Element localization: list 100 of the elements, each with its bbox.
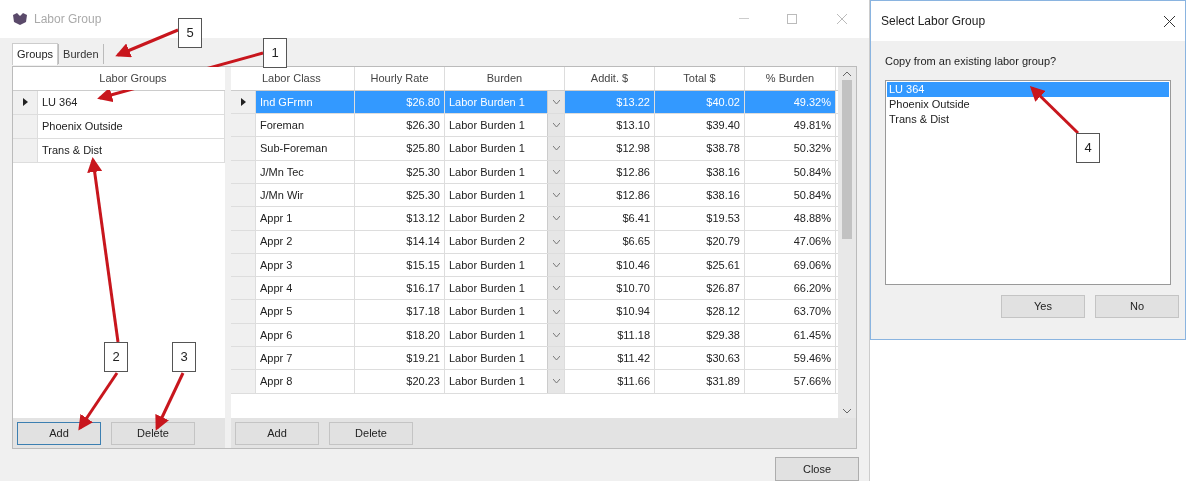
table-cell[interactable]: $25.80 [355, 137, 445, 160]
table-cell[interactable]: Appr 2 [256, 230, 355, 253]
table-cell[interactable]: Sub-Foreman [256, 137, 355, 160]
table-cell[interactable]: $19.21 [355, 347, 445, 370]
table-cell[interactable]: $10.94 [565, 300, 655, 323]
dropdown-cell[interactable]: Labor Burden 2 [445, 230, 547, 253]
table-cell[interactable]: $38.16 [655, 183, 745, 207]
column-header[interactable]: Burden [445, 66, 565, 90]
row-header[interactable] [231, 90, 256, 113]
dropdown-cell[interactable]: Labor Burden 2 [445, 207, 547, 230]
table-cell[interactable]: $31.89 [655, 370, 745, 393]
table-cell[interactable]: $12.98 [565, 137, 655, 160]
dropdown-cell[interactable]: Labor Burden 1 [445, 160, 547, 183]
table-cell[interactable]: 50.84% [745, 183, 836, 207]
table-cell[interactable]: Appr 7 [256, 347, 355, 370]
minimize-icon[interactable] [739, 17, 749, 20]
column-header[interactable]: % Burden [745, 66, 836, 90]
table-cell[interactable]: Phoenix Outside [38, 114, 225, 138]
table-cell[interactable]: $26.30 [355, 114, 445, 137]
column-header[interactable]: Addit. $ [565, 66, 655, 90]
table-cell[interactable]: $12.86 [565, 183, 655, 207]
table-cell[interactable]: $26.87 [655, 277, 745, 300]
table-cell[interactable]: $25.30 [355, 160, 445, 183]
table-cell[interactable]: 69.06% [745, 253, 836, 277]
dropdown-cell[interactable]: Labor Burden 1 [445, 137, 547, 160]
table-cell[interactable]: $30.63 [655, 347, 745, 370]
dropdown-cell[interactable]: Labor Burden 1 [445, 300, 547, 323]
table-cell[interactable]: $17.18 [355, 300, 445, 323]
table-cell[interactable]: Appr 3 [256, 253, 355, 277]
tab[interactable]: Groups [12, 42, 59, 65]
table-cell[interactable]: 47.06% [745, 230, 836, 253]
list-item[interactable]: Trans & Dist [887, 111, 1169, 127]
table-cell[interactable]: 50.84% [745, 160, 836, 183]
dropdown-cell[interactable]: Labor Burden 1 [445, 253, 547, 277]
table-cell[interactable]: J/Mn Wir [256, 183, 355, 207]
table-cell[interactable]: $25.30 [355, 183, 445, 207]
row-header[interactable] [13, 90, 38, 114]
table-cell[interactable]: 49.81% [745, 114, 836, 137]
table-cell[interactable]: $13.10 [565, 114, 655, 137]
table-cell[interactable]: $10.46 [565, 253, 655, 277]
list-item[interactable]: Phoenix Outside [887, 96, 1169, 112]
dropdown-cell[interactable]: Labor Burden 1 [445, 114, 547, 137]
dropdown-cell[interactable]: Labor Burden 1 [445, 183, 547, 207]
column-header[interactable]: Hourly Rate [355, 66, 445, 90]
maximize-icon[interactable] [787, 13, 797, 24]
table-cell[interactable]: $38.16 [655, 160, 745, 183]
table-cell[interactable]: Appr 4 [256, 277, 355, 300]
add-button[interactable]: Add [235, 421, 319, 445]
table-cell[interactable]: $10.70 [565, 277, 655, 300]
table-cell[interactable]: $11.66 [565, 370, 655, 393]
table-cell[interactable]: $20.79 [655, 230, 745, 253]
dropdown-cell[interactable]: Labor Burden 1 [445, 323, 547, 346]
table-cell[interactable]: $6.65 [565, 230, 655, 253]
table-cell[interactable]: $20.23 [355, 370, 445, 393]
scrollbar[interactable] [838, 66, 856, 418]
table-cell[interactable]: Foreman [256, 114, 355, 137]
table-cell[interactable]: 66.20% [745, 277, 836, 300]
table-cell[interactable]: Appr 1 [256, 207, 355, 230]
yes-button[interactable]: Yes [1001, 294, 1085, 318]
table-cell[interactable]: $28.12 [655, 300, 745, 323]
table-cell[interactable]: LU 364 [38, 90, 225, 114]
table-cell[interactable]: $11.42 [565, 347, 655, 370]
table-cell[interactable]: $25.61 [655, 253, 745, 277]
scrollbar-thumb[interactable] [842, 79, 852, 239]
table-cell[interactable]: 59.46% [745, 347, 836, 370]
table-cell[interactable]: $15.15 [355, 253, 445, 277]
dropdown-cell[interactable]: Labor Burden 1 [445, 347, 547, 370]
column-header[interactable]: Total $ [655, 66, 745, 90]
table-cell[interactable]: $19.53 [655, 207, 745, 230]
table-cell[interactable]: $29.38 [655, 323, 745, 346]
table-cell[interactable]: 61.45% [745, 323, 836, 346]
table-cell[interactable]: $18.20 [355, 323, 445, 346]
table-cell[interactable]: Appr 6 [256, 323, 355, 346]
table-cell[interactable]: 57.66% [745, 370, 836, 393]
table-cell[interactable]: $14.14 [355, 230, 445, 253]
close-icon[interactable] [1164, 15, 1175, 27]
table-cell[interactable]: Appr 8 [256, 370, 355, 393]
table-cell[interactable]: $38.78 [655, 137, 745, 160]
table-cell[interactable]: $13.12 [355, 207, 445, 230]
scroll-up-icon[interactable] [843, 70, 851, 76]
scroll-down-icon[interactable] [843, 409, 851, 414]
table-cell[interactable]: 63.70% [745, 300, 836, 323]
table-cell[interactable]: J/Mn Tec [256, 160, 355, 183]
table-cell[interactable]: $6.41 [565, 207, 655, 230]
table-cell[interactable]: $39.40 [655, 114, 745, 137]
dropdown-cell[interactable]: Labor Burden 1 [445, 277, 547, 300]
tab[interactable]: Burden [58, 43, 104, 64]
table-cell[interactable]: Appr 5 [256, 300, 355, 323]
table-cell[interactable]: 48.88% [745, 207, 836, 230]
delete-button[interactable]: Delete [111, 421, 195, 445]
add-button[interactable]: Add [17, 421, 101, 445]
table-cell[interactable]: $11.18 [565, 323, 655, 346]
delete-button[interactable]: Delete [329, 421, 413, 445]
close-button[interactable]: Close [775, 457, 859, 481]
table-cell[interactable]: 50.32% [745, 137, 836, 160]
table-cell[interactable]: Trans & Dist [38, 138, 225, 162]
table-cell[interactable]: $16.17 [355, 277, 445, 300]
table-cell[interactable]: $12.86 [565, 160, 655, 183]
no-button[interactable]: No [1095, 294, 1179, 318]
dropdown-cell[interactable]: Labor Burden 1 [445, 370, 547, 393]
